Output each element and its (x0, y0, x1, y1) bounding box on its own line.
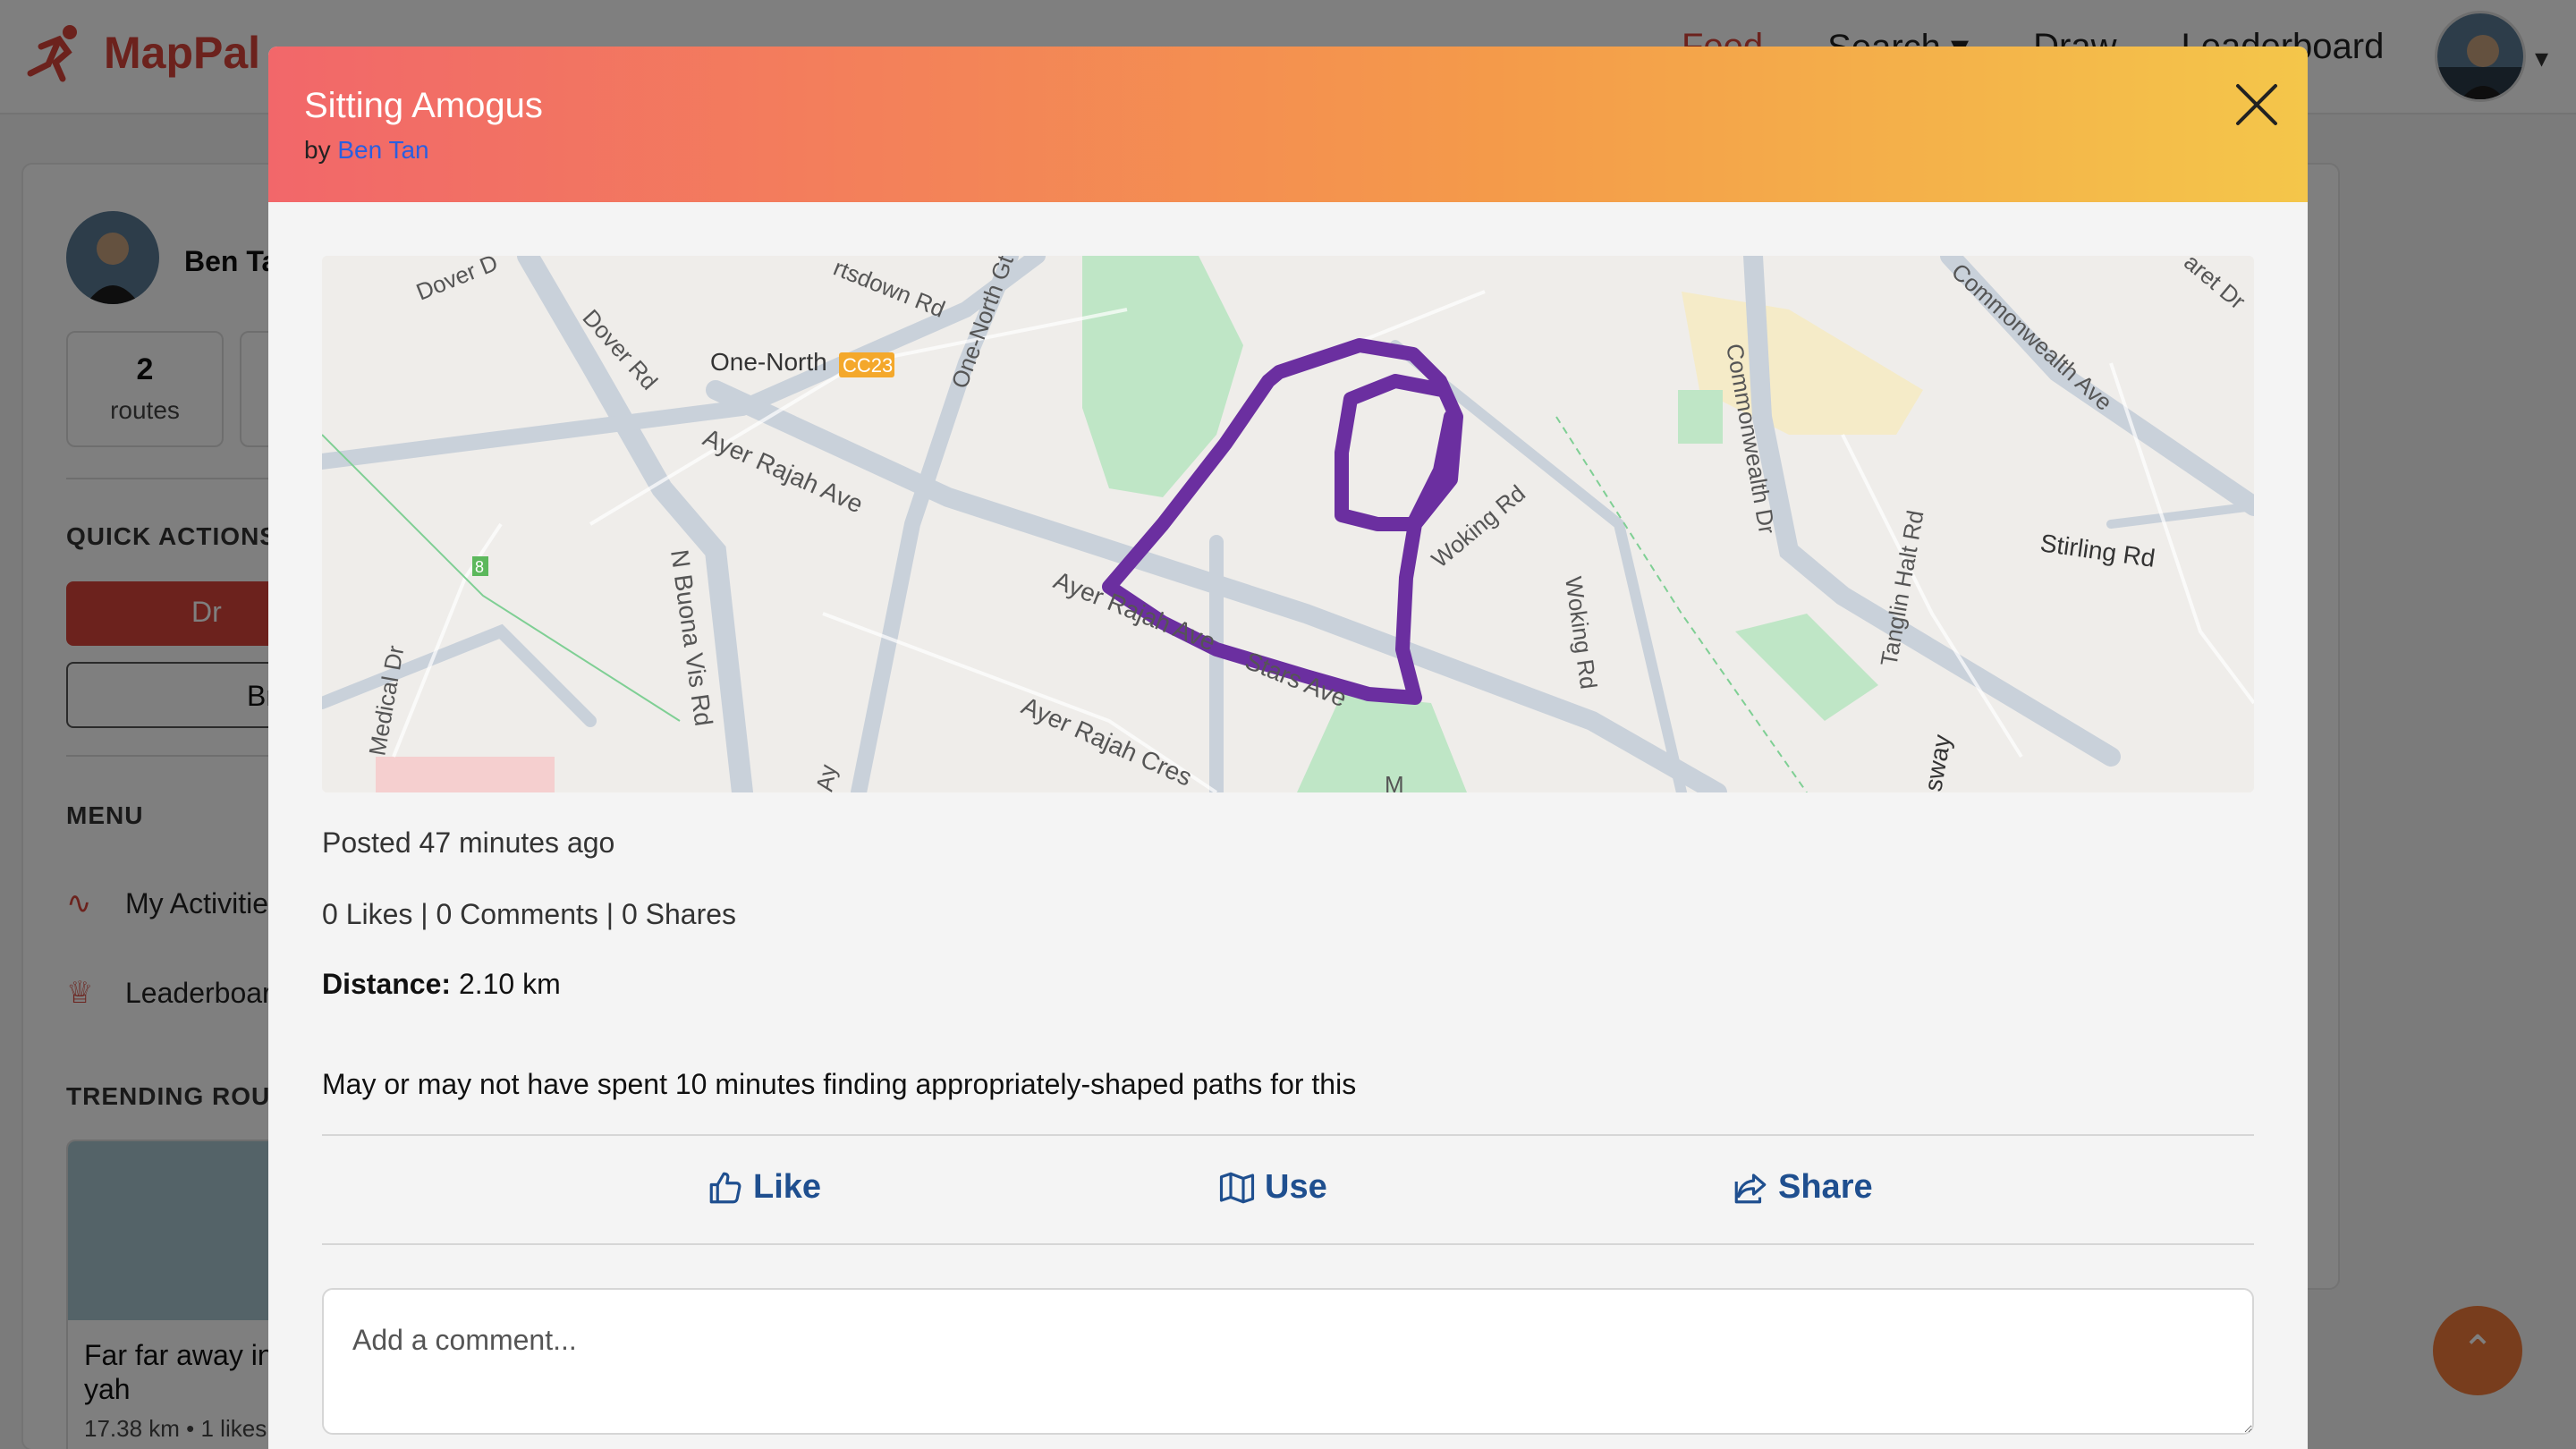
map-label: One-North (710, 348, 827, 376)
distance-value: 2.10 km (458, 968, 561, 1000)
comment-input[interactable] (322, 1288, 2254, 1435)
like-button[interactable]: Like (707, 1168, 821, 1207)
like-label: Like (753, 1168, 822, 1206)
route-detail-modal: Sitting Amogus by Ben Tan Dover D Dover … (268, 47, 2308, 1449)
close-icon[interactable] (2225, 73, 2288, 136)
thumbs-up-icon (709, 1172, 741, 1203)
park-area (1678, 390, 1723, 444)
route-map-canvas: Dover D Dover Rd One-North CC23 One-Nort… (322, 256, 2254, 792)
use-label: Use (1265, 1168, 1327, 1206)
author-link[interactable]: Ben Tan (337, 136, 428, 164)
share-button[interactable]: Share (1732, 1168, 1873, 1207)
map-label: M (1385, 771, 1404, 792)
by-prefix: by (304, 136, 331, 164)
route-marker-label: 8 (475, 558, 484, 576)
hospital-area (376, 757, 555, 792)
map-icon (1219, 1172, 1255, 1203)
distance: Distance: 2.10 km (322, 968, 561, 1001)
mrt-badge-label: CC23 (843, 354, 893, 377)
route-description: May or may not have spent 10 minutes fin… (322, 1068, 1357, 1100)
use-button[interactable]: Use (1218, 1168, 1327, 1207)
modal-author-line: by Ben Tan (304, 136, 429, 165)
share-label: Share (1778, 1168, 1873, 1206)
distance-label: Distance: (322, 968, 452, 1000)
route-map[interactable]: Dover D Dover Rd One-North CC23 One-Nort… (322, 256, 2254, 792)
divider (322, 1134, 2254, 1136)
engagement-stats: 0 Likes | 0 Comments | 0 Shares (322, 898, 737, 930)
modal-header: Sitting Amogus by Ben Tan (268, 47, 2308, 202)
map-label: Ay (810, 762, 842, 792)
modal-title: Sitting Amogus (304, 86, 543, 125)
posted-time: Posted 47 minutes ago (322, 826, 615, 859)
share-icon (1734, 1173, 1767, 1203)
divider (322, 1243, 2254, 1245)
